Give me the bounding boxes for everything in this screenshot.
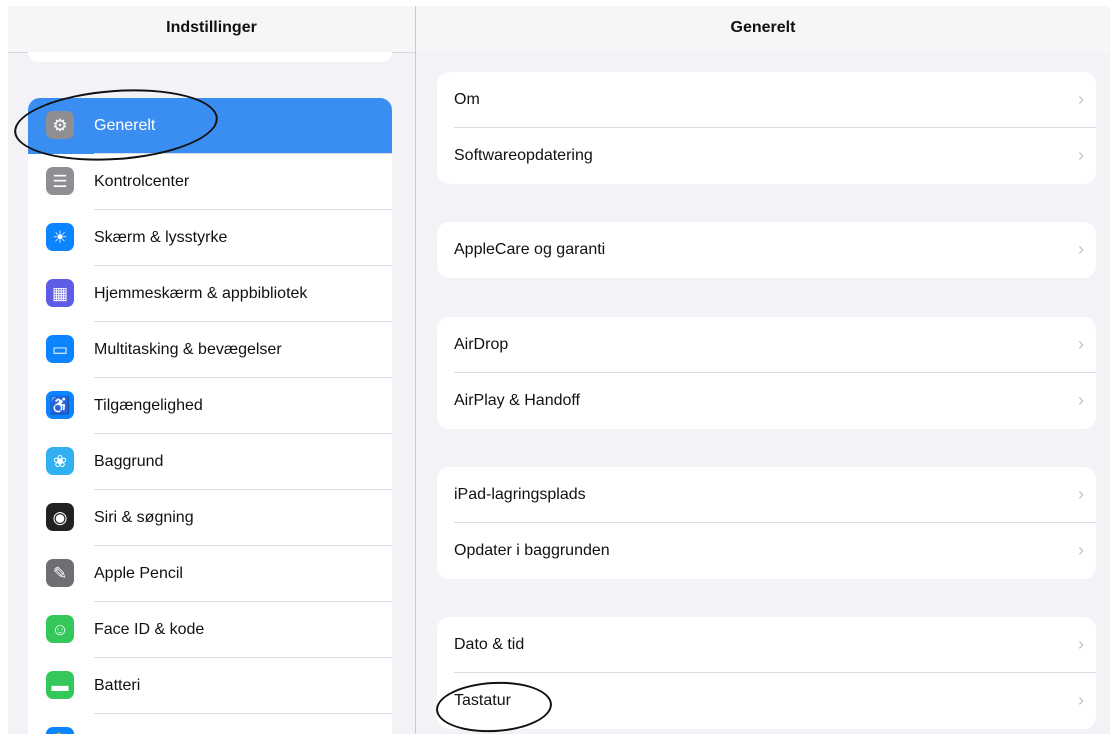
sidebar-header: Indstillinger	[8, 6, 415, 53]
sidebar-item-anonymitet-sikkerhed[interactable]: ✋Anonymitet & sikkerhed	[28, 714, 392, 734]
settings-group: AppleCare og garanti ›	[437, 222, 1096, 278]
sidebar-item-label: Face ID & kode	[94, 621, 205, 638]
settings-row-om[interactable]: Om ›	[437, 72, 1096, 128]
chevron-right-icon: ›	[1078, 239, 1084, 259]
pencil-icon: ✎	[46, 559, 74, 587]
sidebar-item-label: Siri & søgning	[94, 509, 194, 526]
sidebar-item-label: Batteri	[94, 677, 141, 694]
settings-row-airplay-handoff[interactable]: AirPlay & Handoff ›	[437, 373, 1096, 429]
detail-pane: Generelt Om › Softwareopdatering › AppleCare…	[416, 6, 1110, 734]
chevron-right-icon: ›	[1078, 540, 1084, 560]
toggles-icon: ☰	[46, 167, 74, 195]
row-label: Om	[454, 91, 480, 108]
chevron-right-icon: ›	[1078, 390, 1084, 410]
chevron-right-icon: ›	[1078, 634, 1084, 654]
battery-icon: ▬	[46, 671, 74, 699]
settings-row-tastatur[interactable]: Tastatur ›	[437, 673, 1096, 729]
siri-icon: ◉	[46, 503, 74, 531]
sidebar-item-generelt[interactable]: ⚙ Generelt	[28, 98, 392, 154]
sidebar-title: Indstillinger	[166, 19, 257, 36]
settings-group: iPad-lagringsplads › Opdater i baggrunden ›	[437, 467, 1096, 579]
sidebar-item-apple-pencil[interactable]: ✎ Apple Pencil	[28, 546, 392, 602]
settings-group: AirDrop › AirPlay & Handoff ›	[437, 317, 1096, 429]
chevron-right-icon: ›	[1078, 89, 1084, 109]
multitasking-icon: ▭	[46, 335, 74, 363]
sidebar-item-kontrolcenter[interactable]: ☰ Kontrolcenter	[28, 154, 392, 210]
settings-row-softwareopdatering[interactable]: Softwareopdatering ›	[437, 128, 1096, 184]
row-label: Dato & tid	[454, 636, 525, 653]
settings-row-airdrop[interactable]: AirDrop ›	[437, 317, 1096, 373]
chevron-right-icon: ›	[1078, 145, 1084, 165]
sidebar-item-label: Generelt	[94, 117, 156, 134]
sidebar-item-label: Apple Pencil	[94, 565, 183, 582]
row-label: AirDrop	[454, 336, 509, 353]
sidebar-item-siri-søgning[interactable]: ◉ Siri & søgning	[28, 490, 392, 546]
sidebar-list: ⚙ Generelt ☰ Kontrolcenter ☀ Skærm & lysstyrk…	[28, 98, 392, 734]
row-label: AppleCare og garanti	[454, 241, 606, 258]
sidebar-item-face-id-kode[interactable]: ☺ Face ID & kode	[28, 602, 392, 658]
detail-header: Generelt	[416, 6, 1110, 52]
sun-icon: ☀	[46, 223, 74, 251]
settings-group: Dato & tid › Tastatur ›	[437, 617, 1096, 729]
chevron-right-icon: ›	[1078, 334, 1084, 354]
chevron-right-icon: ›	[1078, 690, 1084, 710]
chevron-right-icon: ›	[1078, 484, 1084, 504]
gear-icon: ⚙	[46, 111, 74, 139]
sidebar: Indstillinger ⚙ Generelt ☰ Kontrolcenter ☀ Sk…	[8, 6, 416, 734]
hand-icon: ✋	[46, 727, 74, 734]
sidebar-item-label: Hjemmeskærm & appbibliotek	[94, 285, 308, 302]
settings-row-applecare-og-garanti[interactable]: AppleCare og garanti ›	[437, 222, 1096, 278]
settings-row-ipad-lagringsplads[interactable]: iPad-lagringsplads ›	[437, 467, 1096, 523]
row-label: iPad-lagringsplads	[454, 486, 586, 503]
sidebar-item-hjemmeskærm-appbibliotek[interactable]: ▦ Hjemmeskærm & appbibliotek	[28, 266, 392, 322]
face-id-icon: ☺	[46, 615, 74, 643]
sidebar-top-card	[28, 52, 392, 62]
app-grid-icon: ▦	[46, 279, 74, 307]
flower-icon: ❀	[46, 447, 74, 475]
settings-group: Om › Softwareopdatering ›	[437, 72, 1096, 184]
page-title: Generelt	[730, 19, 796, 36]
row-label: AirPlay & Handoff	[454, 392, 580, 409]
sidebar-item-baggrund[interactable]: ❀ Baggrund	[28, 434, 392, 490]
sidebar-item-label: Tilgængelighed	[94, 397, 203, 414]
accessibility-icon: ♿	[46, 391, 74, 419]
sidebar-item-label: Skærm & lysstyrke	[94, 229, 228, 246]
sidebar-item-skærm-lysstyrke[interactable]: ☀ Skærm & lysstyrke	[28, 210, 392, 266]
sidebar-item-batteri[interactable]: ▬ Batteri	[28, 658, 392, 714]
row-label: Tastatur	[454, 692, 511, 709]
row-label: Opdater i baggrunden	[454, 542, 610, 559]
settings-row-opdater-i-baggrunden[interactable]: Opdater i baggrunden ›	[437, 523, 1096, 579]
settings-row-dato-tid[interactable]: Dato & tid ›	[437, 617, 1096, 673]
sidebar-item-label: Multitasking & bevægelser	[94, 341, 282, 358]
sidebar-item-label: Kontrolcenter	[94, 173, 190, 190]
sidebar-item-tilgængelighed[interactable]: ♿ Tilgængelighed	[28, 378, 392, 434]
settings-app: Indstillinger ⚙ Generelt ☰ Kontrolcenter ☀ Sk…	[8, 6, 1110, 735]
row-label: Softwareopdatering	[454, 147, 593, 164]
sidebar-item-label: Baggrund	[94, 453, 164, 470]
sidebar-item-multitasking-bevægelser[interactable]: ▭ Multitasking & bevægelser	[28, 322, 392, 378]
